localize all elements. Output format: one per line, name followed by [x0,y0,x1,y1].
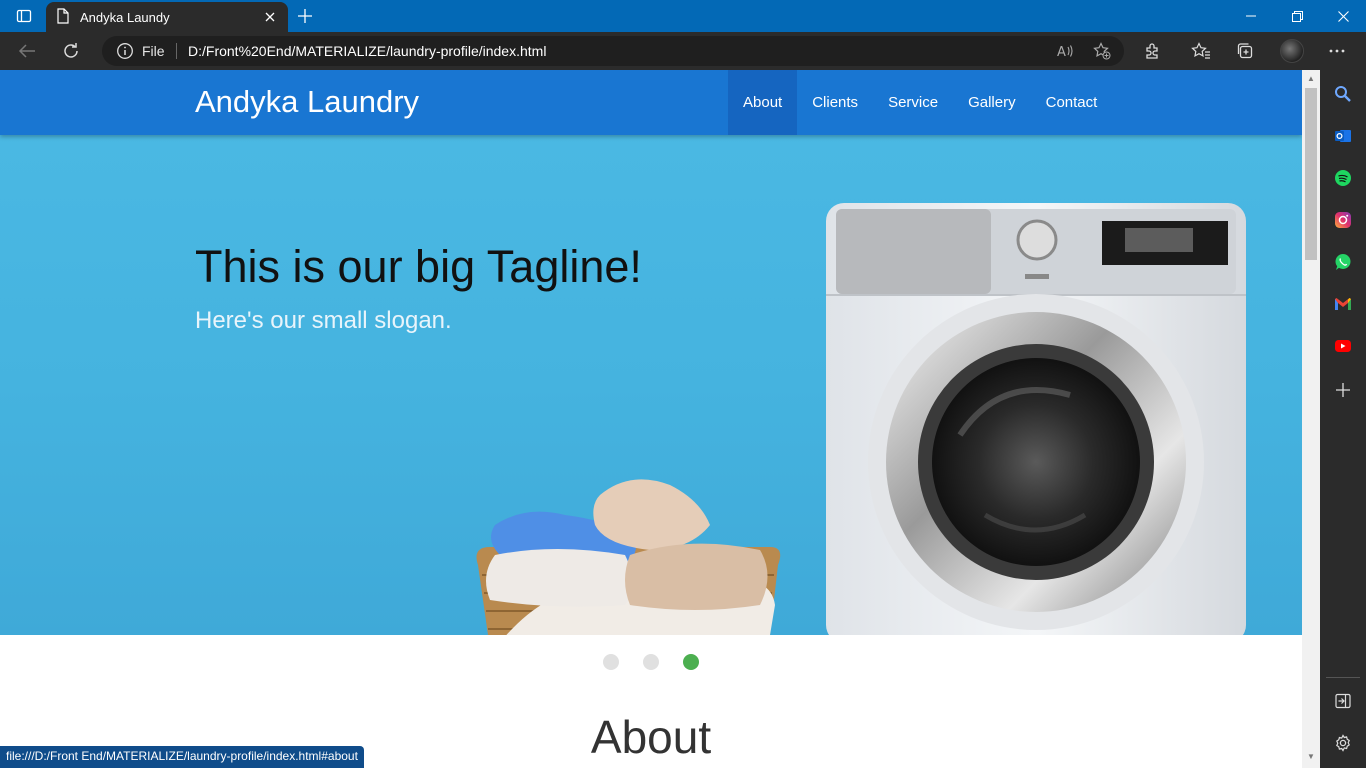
new-tab-icon[interactable] [294,5,316,27]
browser-toolbar: File D:/Front%20End/MATERIALIZE/laundry-… [0,32,1366,70]
carousel-indicators [0,654,1302,670]
add-favorite-icon[interactable] [1092,41,1112,61]
page-viewport: Andyka Laundry About Clients Service Gal… [0,70,1302,768]
address-scheme: File [142,43,165,59]
nav-link-service[interactable]: Service [873,70,953,135]
page-icon [56,7,70,27]
nav-link-gallery[interactable]: Gallery [953,70,1031,135]
outlook-icon[interactable] [1333,126,1353,146]
browser-sidebar [1320,70,1366,768]
close-tab-icon[interactable] [262,9,278,25]
scroll-up-icon[interactable]: ▲ [1306,74,1316,84]
scroll-down-icon[interactable]: ▼ [1306,752,1316,762]
hide-sidebar-icon[interactable] [1333,691,1353,711]
nav-link-about[interactable]: About [728,70,798,135]
tab-title: Andyka Laundy [80,9,170,25]
carousel-indicator-3[interactable] [683,654,699,670]
extensions-icon[interactable] [1138,37,1168,65]
more-options-icon[interactable] [1322,37,1352,65]
site-navbar: Andyka Laundry About Clients Service Gal… [0,70,1302,135]
scroll-thumb[interactable] [1305,88,1317,260]
address-separator [176,43,177,59]
svg-text:A: A [1057,45,1066,59]
spotify-icon[interactable] [1333,168,1353,188]
nav-links: About Clients Service Gallery Contact [728,70,1112,135]
read-aloud-icon[interactable]: A [1056,41,1076,61]
hero-image [476,203,1246,635]
refresh-icon[interactable] [56,37,86,65]
site-info-icon[interactable] [116,42,134,60]
carousel-indicator-2[interactable] [643,654,659,670]
collections-icon[interactable] [1230,37,1260,65]
status-url-preview: file:///D:/Front End/MATERIALIZE/laundry… [0,746,364,768]
sidebar-divider [1326,677,1360,678]
washing-machine [826,203,1246,635]
back-icon[interactable] [12,37,42,65]
whatsapp-icon[interactable] [1333,252,1353,272]
settings-icon[interactable] [1333,733,1353,753]
profile-avatar[interactable] [1280,39,1304,63]
search-icon[interactable] [1333,84,1353,104]
youtube-icon[interactable] [1333,336,1353,356]
nav-link-clients[interactable]: Clients [797,70,873,135]
minimize-icon[interactable] [1228,0,1274,32]
hero-tagline: This is our big Tagline! [195,241,642,292]
browser-tab[interactable]: Andyka Laundy [46,2,288,32]
add-icon[interactable] [1333,380,1353,400]
instagram-icon[interactable] [1333,210,1353,230]
laundry-basket [476,479,781,635]
page-scrollbar[interactable]: ▲ ▼ [1302,70,1320,768]
close-window-icon[interactable] [1320,0,1366,32]
restore-icon[interactable] [1274,0,1320,32]
favorites-icon[interactable] [1186,37,1216,65]
hero-slider[interactable]: This is our big Tagline! Here's our smal… [0,135,1302,635]
tab-actions-icon[interactable] [8,5,40,27]
nav-link-contact[interactable]: Contact [1031,70,1113,135]
browser-titlebar: Andyka Laundy [0,0,1366,32]
site-brand[interactable]: Andyka Laundry [195,84,419,120]
address-bar[interactable]: File D:/Front%20End/MATERIALIZE/laundry-… [102,36,1124,66]
address-url[interactable]: D:/Front%20End/MATERIALIZE/laundry-profi… [188,43,546,59]
gmail-icon[interactable] [1333,294,1353,314]
hero-slogan: Here's our small slogan. [195,307,452,334]
carousel-indicator-1[interactable] [603,654,619,670]
